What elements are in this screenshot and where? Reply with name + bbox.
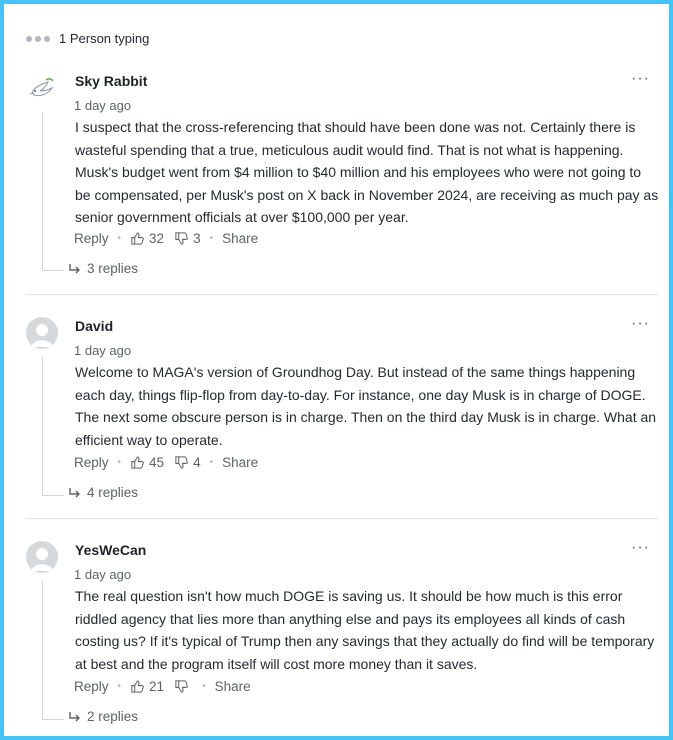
reply-arrow-icon: [69, 263, 80, 273]
timestamp: 1 day ago: [74, 98, 132, 113]
comment: David 1 day ago ··· Welcome to MAGA's ve…: [26, 315, 658, 507]
comment-actions: Reply • 32 3 • Share: [74, 231, 258, 246]
view-replies-button[interactable]: 4 replies: [69, 485, 138, 500]
reply-button[interactable]: Reply: [74, 455, 109, 470]
typing-dots-icon: [26, 35, 53, 42]
dislike-button[interactable]: [174, 679, 193, 694]
like-button[interactable]: 45: [130, 455, 164, 470]
share-button[interactable]: Share: [222, 455, 258, 470]
dislike-button[interactable]: 3: [174, 231, 201, 246]
thread-line: [42, 581, 43, 719]
thumbs-up-icon: [131, 232, 144, 245]
default-avatar-icon[interactable]: [26, 317, 58, 349]
thread-hook: [42, 270, 64, 271]
divider: [26, 294, 658, 295]
dislike-button[interactable]: 4: [174, 455, 201, 470]
share-button[interactable]: Share: [222, 231, 258, 246]
separator-dot: •: [117, 233, 122, 244]
default-avatar-icon[interactable]: [26, 541, 58, 573]
view-replies-button[interactable]: 2 replies: [69, 709, 138, 724]
like-button[interactable]: 21: [130, 679, 164, 694]
thread-line: [42, 112, 43, 270]
separator-dot: •: [117, 681, 122, 692]
comment-text: I suspect that the cross-referencing tha…: [75, 119, 659, 225]
dislike-count: 3: [193, 231, 201, 246]
divider: [26, 518, 658, 519]
thumbs-down-icon: [175, 680, 188, 693]
share-button[interactable]: Share: [215, 679, 251, 694]
more-options-button[interactable]: ···: [631, 315, 650, 333]
author-name[interactable]: Sky Rabbit: [75, 73, 147, 89]
replies-count: 2 replies: [87, 709, 139, 724]
comment-text: The real question isn't how much DOGE is…: [75, 588, 655, 672]
thread-hook: [42, 719, 64, 720]
like-count: 45: [149, 455, 165, 470]
author-name[interactable]: David: [75, 318, 113, 334]
replies-count: 4 replies: [87, 485, 139, 500]
timestamp: 1 day ago: [74, 343, 132, 358]
more-options-button[interactable]: ···: [631, 539, 650, 557]
author-name[interactable]: YesWeCan: [75, 542, 146, 558]
like-count: 32: [149, 231, 165, 246]
comment: YesWeCan 1 day ago ··· The real question…: [26, 539, 658, 731]
comment-text: Welcome to MAGA's version of Groundhog D…: [75, 364, 657, 448]
thumbs-down-icon: [175, 232, 188, 245]
view-replies-button[interactable]: 3 replies: [69, 261, 138, 276]
typing-text: 1 Person typing: [59, 31, 150, 46]
thumbs-down-icon: [175, 456, 188, 469]
separator-dot: •: [209, 457, 214, 468]
comments-panel: 1 Person typing Sky Rabbit 1 day ago ···…: [0, 0, 673, 740]
thumbs-up-icon: [131, 680, 144, 693]
comment: Sky Rabbit 1 day ago ··· I suspect that …: [26, 70, 659, 282]
typing-indicator: 1 Person typing: [26, 31, 149, 46]
reply-button[interactable]: Reply: [74, 231, 109, 246]
comment-actions: Reply • 45 4 • Share: [74, 455, 258, 470]
replies-count: 3 replies: [87, 261, 139, 276]
separator-dot: •: [202, 681, 206, 692]
more-options-button[interactable]: ···: [631, 70, 650, 88]
comment-actions: Reply • 21 • Share: [74, 679, 251, 694]
separator-dot: •: [117, 457, 122, 468]
like-button[interactable]: 32: [130, 231, 164, 246]
dove-icon[interactable]: [26, 72, 58, 104]
thread-line: [42, 357, 43, 495]
separator-dot: •: [209, 233, 214, 244]
reply-button[interactable]: Reply: [74, 679, 109, 694]
thread-hook: [42, 495, 64, 496]
like-count: 21: [149, 679, 165, 694]
dislike-count: 4: [193, 455, 201, 470]
thumbs-up-icon: [131, 456, 144, 469]
timestamp: 1 day ago: [74, 567, 132, 582]
reply-arrow-icon: [69, 487, 80, 497]
reply-arrow-icon: [69, 711, 80, 721]
